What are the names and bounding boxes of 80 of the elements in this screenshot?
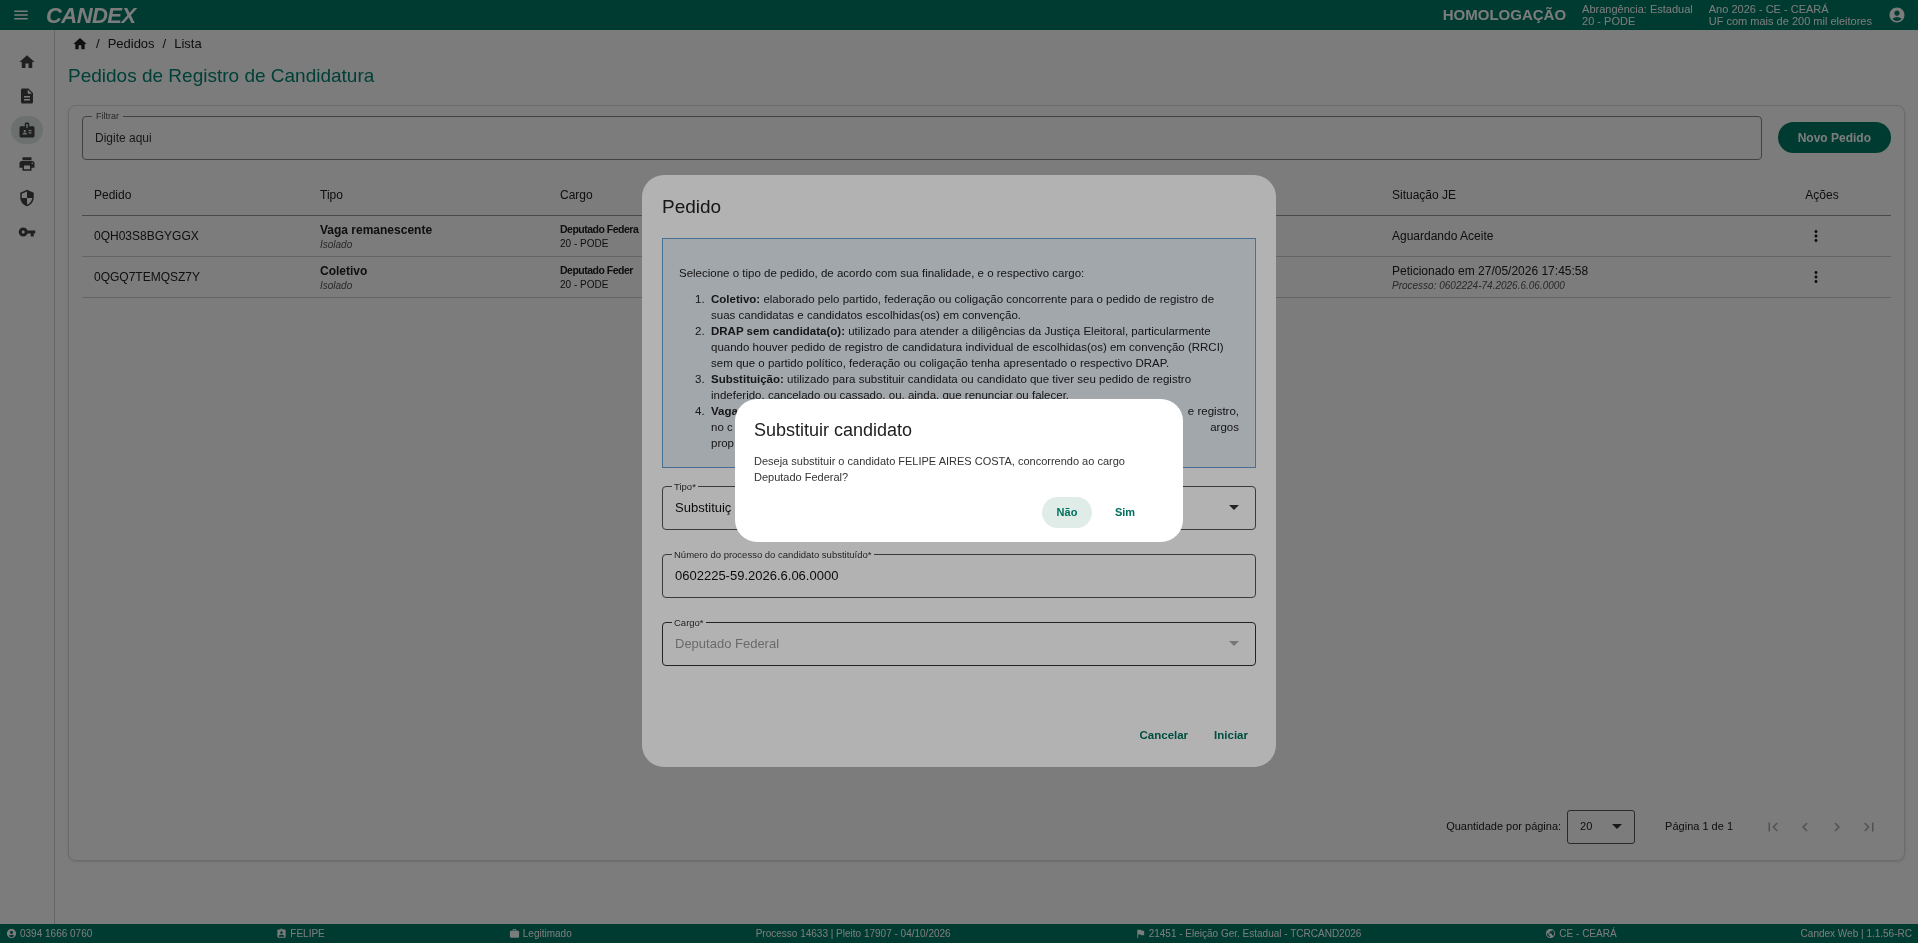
status-text: Legitimado [522,927,572,941]
table-cell-text: Isolado [320,239,354,250]
breadcrumb-link[interactable]: Lista [174,34,202,54]
globe-icon [1545,928,1557,939]
list-item-text: argos [1210,419,1239,435]
document-icon [18,87,36,105]
breadcrumb-link[interactable]: Pedidos [107,34,155,54]
badge-icon [276,928,288,939]
field-value: 0602225-59.2026.6.06.0000 [675,566,839,585]
table-cell-text: Isolado [320,280,354,291]
table-cell-text: 0QH03S8BGYGGX [94,227,199,245]
column-header: Ações [1805,187,1839,204]
confirm-title: Substituir candidato [754,419,914,442]
badge-icon [18,121,36,139]
table-cell: Deputado Feder [560,263,633,279]
list-number: 1. [695,291,706,307]
status-text: Processo 14633 | Pleito 17907 - 04/10/2026 [755,927,951,941]
shield-icon [18,189,36,207]
status-text: Candex Web | 1.1.56-RC [1800,927,1912,941]
confirm-button[interactable]: Não [1042,497,1092,528]
status-text: CE - CEARÁ [1559,926,1617,941]
dialog-button[interactable]: Cancelar [1131,721,1197,751]
confirm-message: Deseja substituir o candidato FELIPE AIRES COSTA, concorrendo ao cargo Deputado Federal? [754,454,1126,485]
field-value: Deputado Federal [675,634,780,653]
table-cell-text: Aguardando Aceite [1392,227,1494,245]
list-item-text: prop [711,435,735,451]
printer-icon [18,155,36,173]
table-cell-text: Coletivo [320,263,369,280]
home-icon[interactable] [72,36,88,52]
table-cell-text: 0QGQ7TEMQSZ7Y [94,268,201,286]
table-cell: Processo: 0602224-74.2026.6.06.0000 [1392,280,1565,291]
page-size-select[interactable]: 20 [1567,809,1636,844]
sidebar-item[interactable] [11,116,43,144]
new-order-button[interactable]: Novo Pedido [1777,122,1891,153]
election-text: UF com mais de 200 mil eleitores [1708,15,1872,27]
info-text: Selecione o tipo de pedido, de acordo com sua finalidade, e o respectivo cargo: [679,265,1086,281]
list-number: 4. [695,403,706,419]
column-header: Cargo [560,187,593,204]
list-item-text: Coletivo: elaborado pelo partido, federação ou coligação concorrente para o pedido de registro de suas candidatas e candidatos escolhidas(os) em convenção. [711,291,1216,323]
column-header: Situação JE [1392,187,1457,204]
scope-text: Abrangência: Estadual [1582,3,1693,15]
filter-input[interactable]: Digite aqui [95,128,1749,147]
dialog-title: Pedido [662,195,723,219]
table-cell-text: Vaga remanescente [320,222,434,239]
breadcrumb-separator: / [162,35,167,54]
column-header: Pedido [94,187,132,204]
home-icon [18,53,36,71]
status-text: FELIPE [290,927,325,941]
page-info: Página 1 de 1 [1665,819,1733,835]
table-cell: 20 - PODE [560,278,609,290]
page-title: Pedidos de Registro de Candidatura [68,64,376,88]
flag-icon [1134,928,1146,939]
page-size-label: Quantidade por página: [1446,819,1562,835]
environment-label: HOMOLOGAÇÃO [1442,4,1567,25]
table-cell-text: Peticionado em 27/05/2026 17:45:58 [1392,263,1589,280]
account-icon[interactable] [1888,6,1906,24]
field-value: Substituiç [675,498,732,517]
list-item-text: no c [711,419,733,435]
election-text: Ano 2026 - CE - CEARÁ [1708,3,1830,15]
column-header: Tipo [320,187,343,204]
briefcase-icon [508,928,520,939]
confirm-button[interactable]: Sim [1100,497,1150,528]
dropdown-icon [1229,505,1239,510]
list-number: 3. [695,371,706,387]
dropdown-icon [1612,824,1623,829]
account-icon [6,928,17,939]
dialog-button[interactable]: Iniciar [1206,721,1256,751]
logo[interactable]: CANDEX [46,0,136,32]
table-cell: Deputado Federa [560,222,639,238]
list-item-text: Vaga [711,403,738,419]
breadcrumb-separator: / [96,35,100,54]
list-item-text: DRAP sem candidata(o): utilizado para atender a diligências da Justiça Eleitoral, particularmente quando houver pedido de registro de candidatura individual de escolhidas(os) em convenção (RRCI) sem que o partido político, federação ou coligação tenha apresentado o respectivo DRAP. [711,323,1225,371]
status-text: 0394 1666 0760 [20,927,93,941]
scope-text: 20 - PODE [1582,15,1637,27]
list-item-text: e registro, [1187,403,1239,419]
status-text: 21451 - Eleição Ger. Estadual - TCRCAND2026 [1148,927,1362,941]
table-cell: 20 - PODE [560,237,609,249]
dropdown-icon [1229,641,1239,646]
list-number: 2. [695,323,706,339]
list-item-text: Substituição: utilizado para substituir candidata ou candidato que tiver seu pedido de registro indeferido, cancelado ou cassado, ou, ainda, que renunciar ou falecer. [711,371,1193,403]
